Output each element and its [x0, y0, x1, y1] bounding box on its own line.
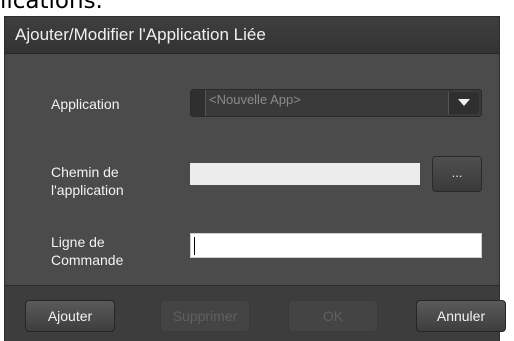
link-application-dialog: Ajouter/Modifier l'Application Liée Appl… — [4, 16, 506, 341]
background-text-fragment: lications. — [0, 0, 103, 14]
add-button[interactable]: Ajouter — [25, 300, 115, 332]
chevron-down-icon[interactable] — [448, 92, 479, 114]
application-select-value: <Nouvelle App> — [209, 92, 301, 107]
dialog-titlebar[interactable]: Ajouter/Modifier l'Application Liée — [5, 17, 499, 54]
cancel-button[interactable]: Annuler — [416, 300, 506, 332]
application-label: Application — [51, 96, 120, 112]
browse-button[interactable]: ... — [432, 156, 482, 192]
application-path-field[interactable] — [190, 163, 420, 185]
ok-button[interactable]: OK — [288, 300, 378, 332]
path-label: Chemin de l'application — [51, 164, 124, 198]
command-label: Ligne de Commande — [51, 234, 124, 268]
dialog-footer: Ajouter Supprimer OK Annuler — [5, 285, 506, 341]
dialog-title: Ajouter/Modifier l'Application Liée — [15, 25, 266, 44]
application-select[interactable]: <Nouvelle App> — [190, 89, 482, 117]
select-stripe — [191, 90, 206, 116]
text-caret — [194, 237, 195, 255]
command-line-field[interactable] — [190, 233, 482, 258]
delete-button[interactable]: Supprimer — [160, 300, 250, 332]
